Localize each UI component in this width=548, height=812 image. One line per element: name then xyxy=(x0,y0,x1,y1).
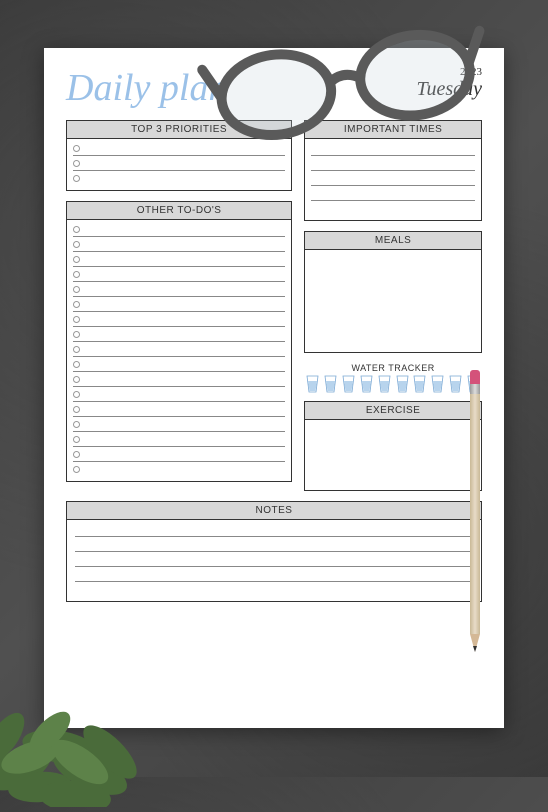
meals-body[interactable] xyxy=(305,250,481,352)
bullet-icon xyxy=(73,160,80,167)
water-glass-icon[interactable] xyxy=(324,375,337,393)
left-column: TOP 3 PRIORITIES OTHER TO-DO'S xyxy=(66,120,292,501)
line-item[interactable] xyxy=(311,186,475,201)
right-column: IMPORTANT TIMES MEALS WATER TRACKER EXER… xyxy=(304,120,482,501)
line-item[interactable] xyxy=(311,141,475,156)
notes-box: NOTES xyxy=(66,501,482,602)
todos-lines[interactable] xyxy=(67,220,291,481)
plant-prop xyxy=(0,607,180,807)
line-item[interactable] xyxy=(311,171,475,186)
water-glass-icon[interactable] xyxy=(360,375,373,393)
bullet-icon xyxy=(73,406,80,413)
bullet-icon xyxy=(73,421,80,428)
bullet-icon xyxy=(73,451,80,458)
line-item[interactable] xyxy=(73,297,285,312)
bullet-icon xyxy=(73,331,80,338)
water-glass-icon[interactable] xyxy=(396,375,409,393)
pencil-prop xyxy=(470,370,480,660)
bullet-icon xyxy=(73,145,80,152)
water-label: WATER TRACKER xyxy=(304,363,482,373)
exercise-header: EXERCISE xyxy=(305,402,481,420)
line-item[interactable] xyxy=(73,462,285,477)
line-item[interactable] xyxy=(311,201,475,216)
line-item[interactable] xyxy=(75,567,473,582)
bullet-icon xyxy=(73,466,80,473)
bullet-icon xyxy=(73,346,80,353)
bullet-icon xyxy=(73,316,80,323)
line-item[interactable] xyxy=(73,171,285,186)
bullet-icon xyxy=(73,175,80,182)
line-item[interactable] xyxy=(75,522,473,537)
bullet-icon xyxy=(73,376,80,383)
line-item[interactable] xyxy=(75,552,473,567)
line-item[interactable] xyxy=(73,432,285,447)
line-item[interactable] xyxy=(73,402,285,417)
line-item[interactable] xyxy=(73,267,285,282)
line-item[interactable] xyxy=(73,156,285,171)
line-item[interactable] xyxy=(73,237,285,252)
line-item[interactable] xyxy=(73,342,285,357)
bullet-icon xyxy=(73,241,80,248)
bullet-icon xyxy=(73,301,80,308)
todos-box: OTHER TO-DO'S xyxy=(66,201,292,482)
exercise-body[interactable] xyxy=(305,420,481,490)
water-glass-icon[interactable] xyxy=(306,375,319,393)
bullet-icon xyxy=(73,391,80,398)
meals-box: MEALS xyxy=(304,231,482,353)
line-item[interactable] xyxy=(73,417,285,432)
water-glass-icon[interactable] xyxy=(342,375,355,393)
line-item[interactable] xyxy=(73,327,285,342)
meals-header: MEALS xyxy=(305,232,481,250)
bullet-icon xyxy=(73,256,80,263)
bullet-icon xyxy=(73,226,80,233)
water-glass-icon[interactable] xyxy=(378,375,391,393)
water-glass-icon[interactable] xyxy=(413,375,426,393)
line-item[interactable] xyxy=(73,222,285,237)
line-item[interactable] xyxy=(75,582,473,597)
water-glass-icon[interactable] xyxy=(449,375,462,393)
bullet-icon xyxy=(73,436,80,443)
line-item[interactable] xyxy=(73,282,285,297)
bullet-icon xyxy=(73,271,80,278)
line-item[interactable] xyxy=(73,447,285,462)
notes-header: NOTES xyxy=(67,502,481,520)
bullet-icon xyxy=(73,286,80,293)
todos-header: OTHER TO-DO'S xyxy=(67,202,291,220)
line-item[interactable] xyxy=(73,372,285,387)
line-item[interactable] xyxy=(73,252,285,267)
water-section: WATER TRACKER xyxy=(304,363,482,393)
bullet-icon xyxy=(73,361,80,368)
water-glass-icon[interactable] xyxy=(431,375,444,393)
line-item[interactable] xyxy=(73,312,285,327)
line-item[interactable] xyxy=(311,156,475,171)
line-item[interactable] xyxy=(73,387,285,402)
exercise-box: EXERCISE xyxy=(304,401,482,491)
notes-lines[interactable] xyxy=(67,520,481,601)
line-item[interactable] xyxy=(73,357,285,372)
columns: TOP 3 PRIORITIES OTHER TO-DO'S IMPORTANT… xyxy=(66,120,482,501)
important-lines[interactable] xyxy=(305,139,481,220)
line-item[interactable] xyxy=(75,537,473,552)
water-glasses[interactable] xyxy=(304,375,482,393)
